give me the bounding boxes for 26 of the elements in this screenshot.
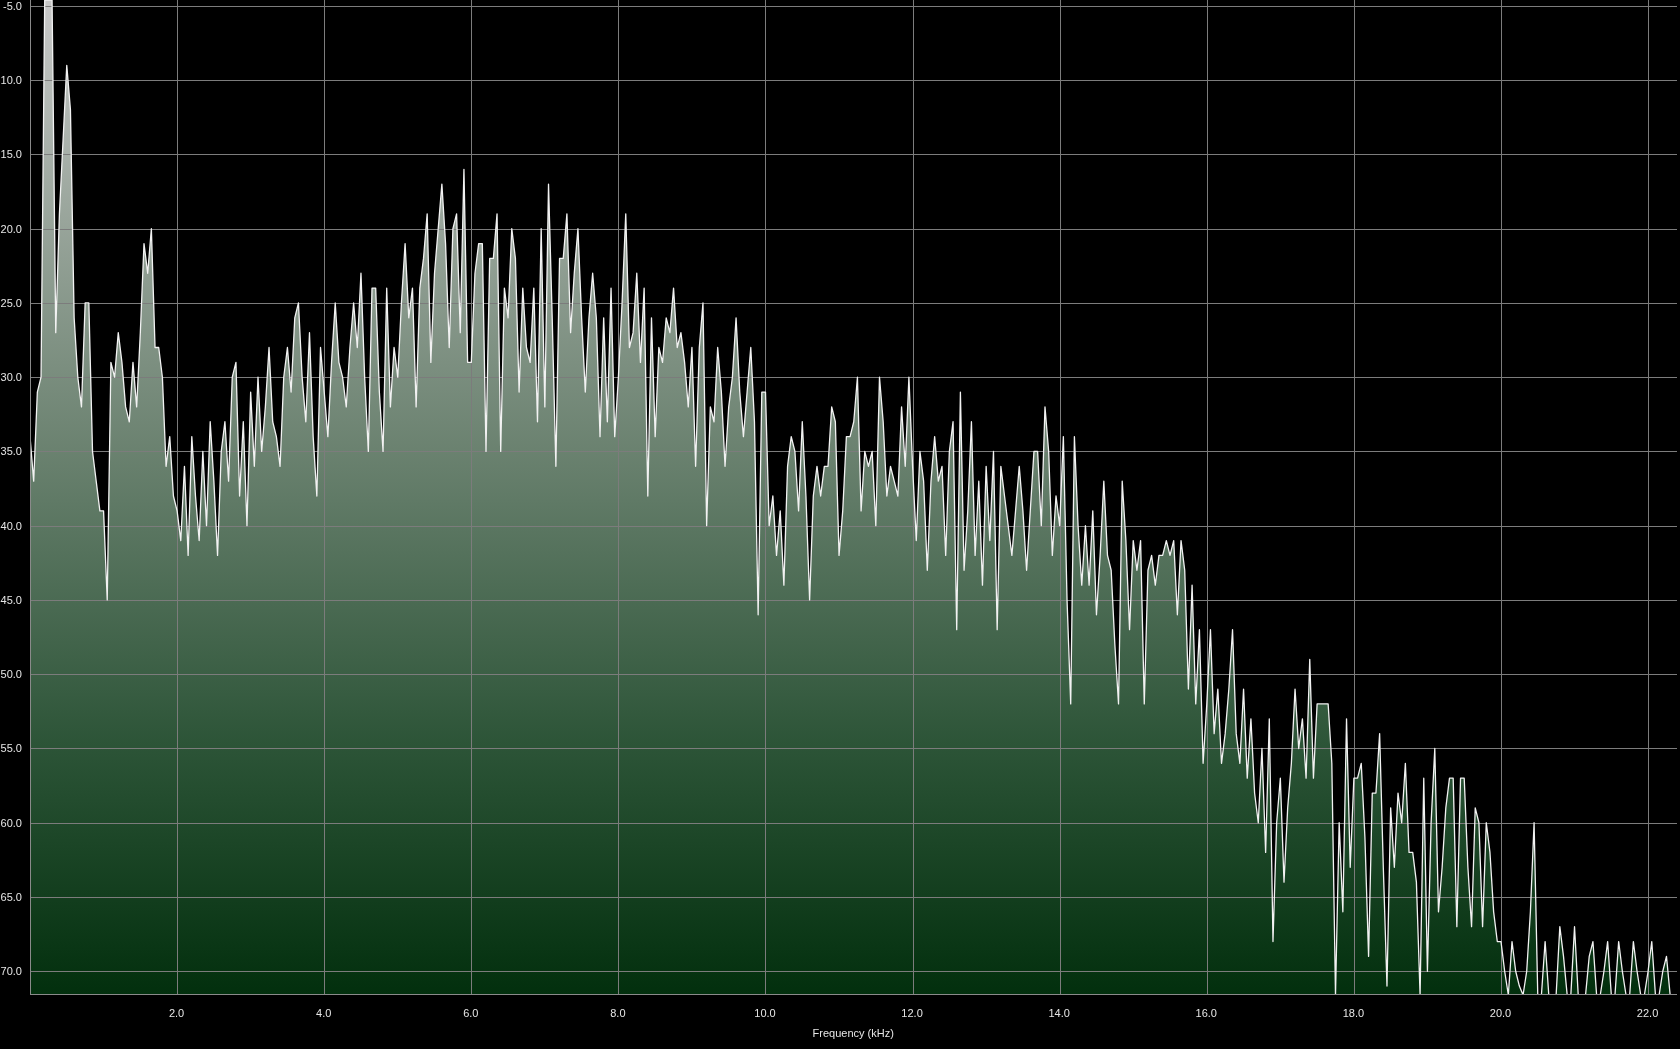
x-tick-label: 10.0 bbox=[754, 1007, 776, 1019]
y-tick-label: 30.0 bbox=[0, 371, 22, 384]
y-tick-label: 50.0 bbox=[0, 668, 22, 681]
y-tick-label: 25.0 bbox=[0, 296, 22, 309]
x-tick-label: 16.0 bbox=[1195, 1007, 1217, 1019]
y-tick-label: 65.0 bbox=[0, 891, 22, 903]
y-tick-label: 40.0 bbox=[0, 519, 22, 532]
x-tick-label: 8.0 bbox=[610, 1007, 626, 1019]
x-axis-title: Frequency (kHz) bbox=[812, 1026, 894, 1040]
y-tick-label: 45.0 bbox=[0, 593, 22, 606]
x-tick-label: 2.0 bbox=[168, 1007, 185, 1019]
y-tick-label: 20.0 bbox=[0, 222, 22, 235]
x-tick-label: 22.0 bbox=[1636, 1007, 1659, 1019]
y-tick-label: 60.0 bbox=[0, 816, 22, 829]
x-tick-label: 20.0 bbox=[1489, 1007, 1512, 1019]
x-tick-label: 14.0 bbox=[1048, 1007, 1070, 1019]
y-tick-label: 35.0 bbox=[0, 445, 22, 458]
x-tick-label: 6.0 bbox=[463, 1007, 479, 1019]
y-tick-label: -5.0 bbox=[3, 0, 22, 12]
y-tick-label: 55.0 bbox=[0, 742, 22, 755]
x-tick-label: 12.0 bbox=[901, 1007, 923, 1019]
x-tick-label: 4.0 bbox=[316, 1007, 332, 1019]
y-tick-label: 70.0 bbox=[0, 965, 22, 978]
x-tick-label: 18.0 bbox=[1342, 1007, 1365, 1019]
y-tick-label: 15.0 bbox=[0, 148, 22, 161]
y-tick-label: 10.0 bbox=[0, 74, 22, 87]
